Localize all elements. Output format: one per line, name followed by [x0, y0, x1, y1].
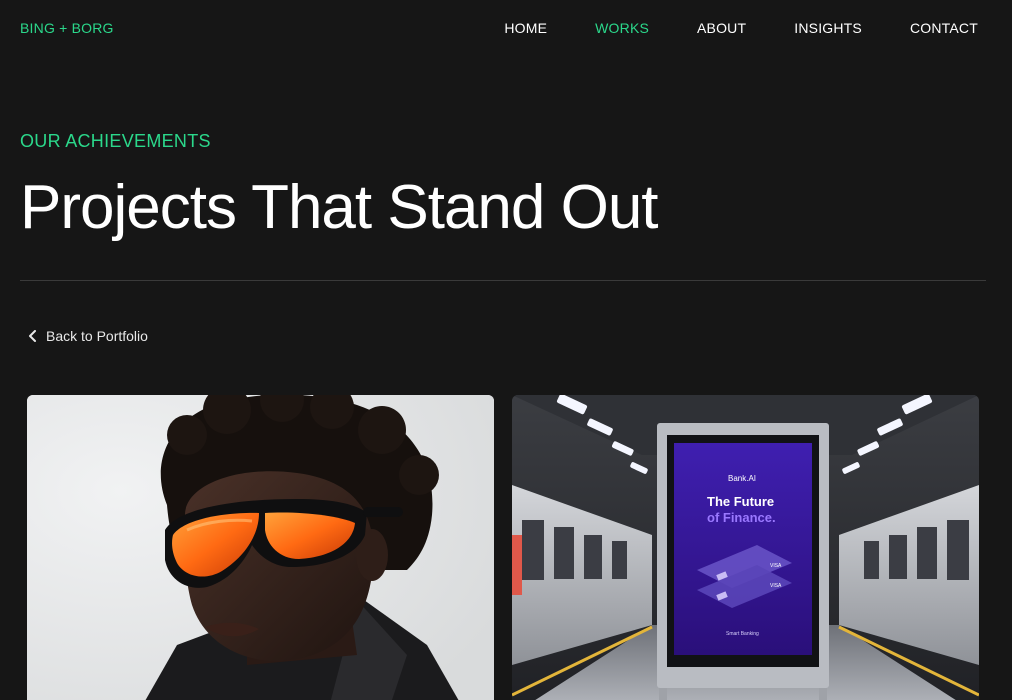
poster-headline-1: The Future — [707, 494, 774, 509]
project-image-billboard[interactable]: Bank.AI The Future of Finance. VISA VISA… — [512, 395, 979, 700]
page-title: Projects That Stand Out — [20, 173, 659, 242]
back-link-label: Back to Portfolio — [46, 328, 148, 344]
nav-home[interactable]: HOME — [504, 20, 547, 36]
chevron-left-icon — [29, 330, 36, 342]
nav-about[interactable]: ABOUT — [697, 20, 746, 36]
back-to-portfolio-link[interactable]: Back to Portfolio — [28, 328, 148, 344]
card-label-2: VISA — [770, 583, 782, 589]
card-label-1: VISA — [770, 563, 782, 569]
brand-logo[interactable]: BING + BORG — [20, 20, 114, 36]
nav-contact[interactable]: CONTACT — [910, 20, 978, 36]
billboard-illustration: Bank.AI The Future of Finance. VISA VISA… — [512, 395, 979, 700]
main-nav: HOME WORKS ABOUT INSIGHTS CONTACT — [504, 20, 978, 36]
poster-footer: Smart Banking — [726, 631, 759, 637]
project-image-portrait[interactable] — [27, 395, 494, 700]
poster-headline-2: of Finance. — [707, 510, 776, 525]
divider — [20, 280, 986, 281]
poster-brand: Bank.AI — [728, 474, 756, 483]
nav-insights[interactable]: INSIGHTS — [794, 20, 862, 36]
portrait-illustration — [27, 395, 494, 700]
page: BING + BORG HOME WORKS ABOUT INSIGHTS CO… — [0, 0, 1012, 700]
section-eyebrow: OUR ACHIEVEMENTS — [20, 131, 211, 151]
nav-works[interactable]: WORKS — [595, 20, 649, 36]
